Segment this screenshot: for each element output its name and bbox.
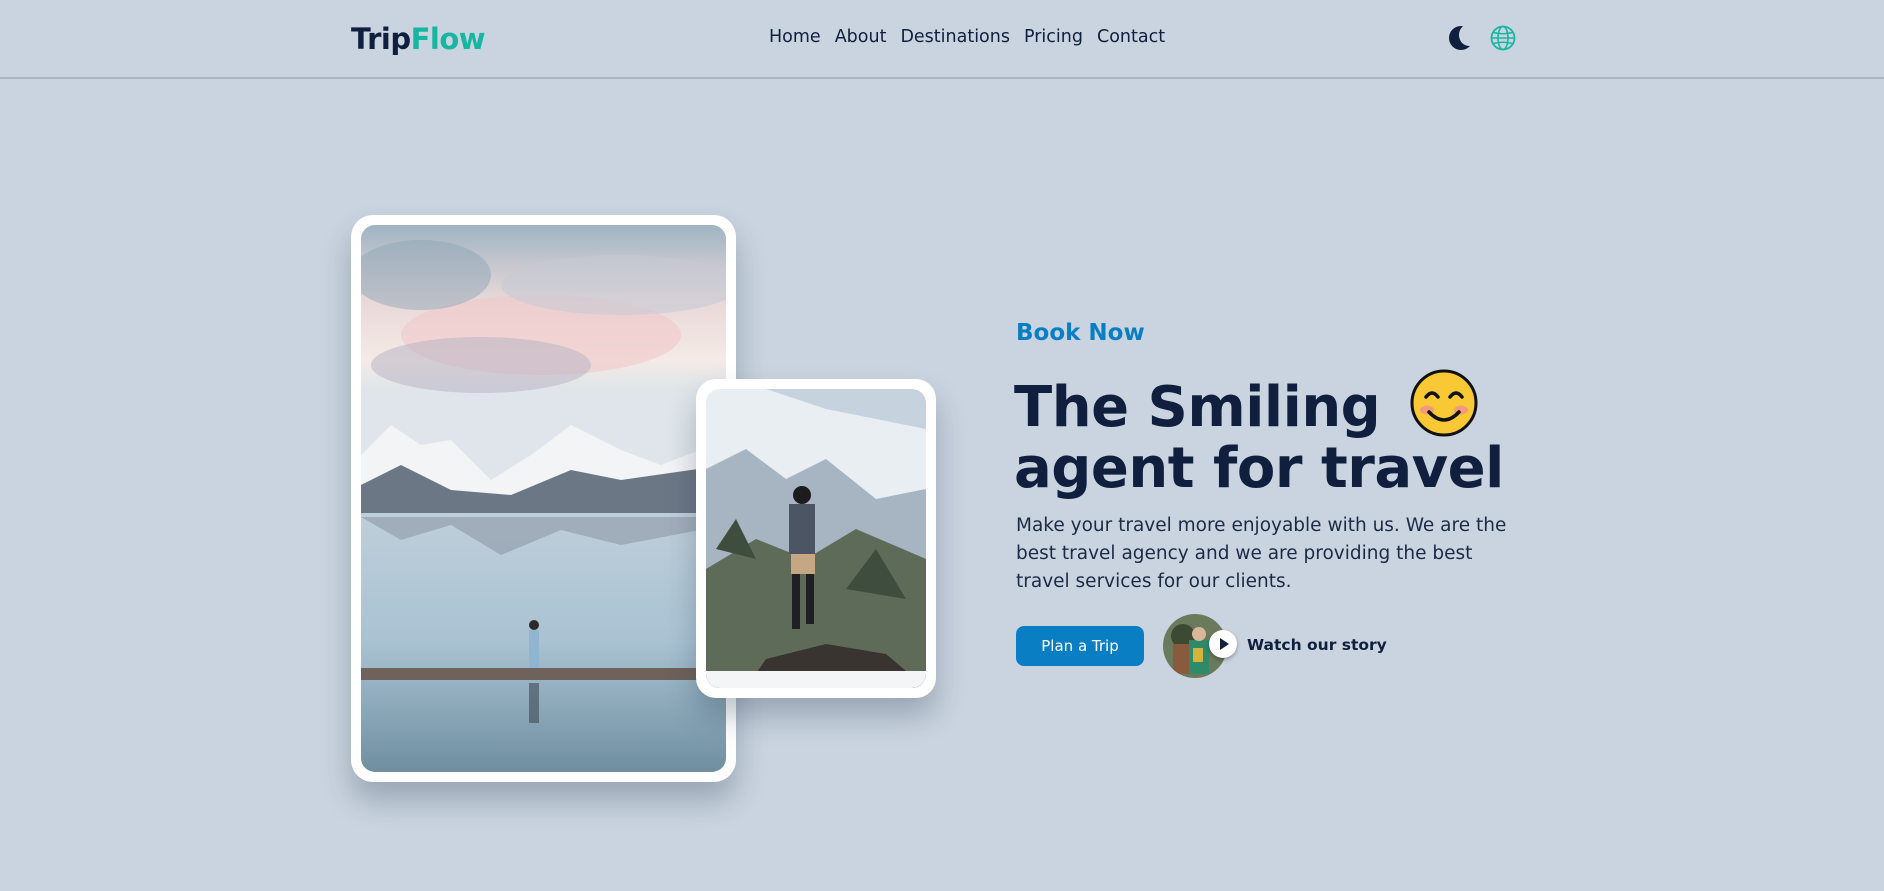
headline-line-1: The Smiling [1014,375,1381,440]
header-actions [1447,24,1517,52]
nav-contact-link[interactable]: Contact [1097,27,1165,47]
play-icon[interactable] [1209,630,1237,658]
plan-a-trip-button[interactable]: Plan a Trip [1016,626,1144,666]
watch-story-label[interactable]: Watch our story [1247,636,1387,654]
logo-text-flow: Flow [410,22,486,56]
logo[interactable]: TripFlow [351,22,486,56]
hero-description: Make your travel more enjoyable with us.… [1016,515,1507,592]
smiling-face-icon [1410,369,1478,437]
hero-headline: The Smiling agent for travel [1014,368,1534,499]
book-now-eyebrow: Book Now [1016,320,1145,346]
globe-icon[interactable] [1489,24,1517,52]
hero-image-mountain-card [696,379,936,698]
moon-icon[interactable] [1447,24,1479,52]
site-header: TripFlow Home About Destinations Pricing… [0,0,1884,79]
nav-destinations-link[interactable]: Destinations [900,27,1010,47]
nav-home-link[interactable]: Home [769,27,821,47]
headline-line-2: agent for travel [1014,436,1504,501]
main-nav: Home About Destinations Pricing Contact [769,27,1179,47]
nav-about-link[interactable]: About [835,27,887,47]
lake-photo [361,225,726,772]
logo-text-trip: Trip [351,22,411,56]
mountain-photo [706,389,926,688]
nav-pricing-link[interactable]: Pricing [1024,27,1083,47]
hero-image-lake-card [351,215,736,782]
